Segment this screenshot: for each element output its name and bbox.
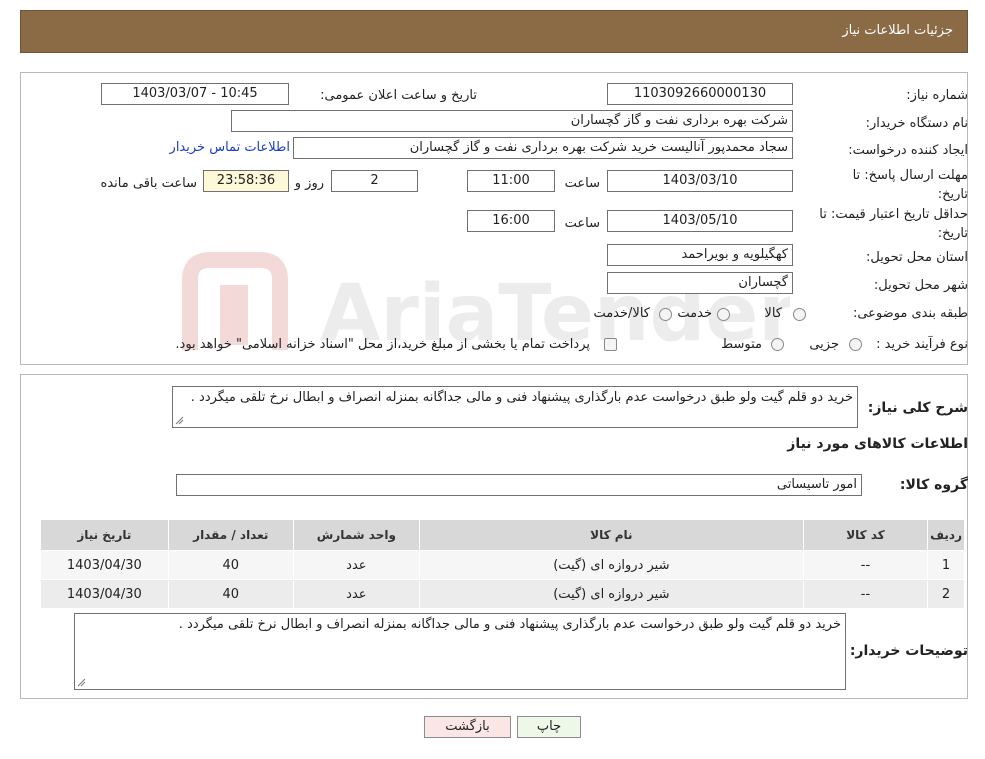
print-button[interactable]: چاپ [517, 716, 581, 738]
resize-grip-icon[interactable] [175, 416, 184, 425]
general-desc-label: شرح کلی نیاز: [867, 400, 968, 416]
items-table: ردیف کد کالا نام کالا واحد شمارش تعداد /… [40, 519, 965, 609]
deadline-time-field: 11:00 [467, 170, 555, 192]
goods-group-field: امور تاسیساتی [176, 474, 862, 496]
buyer-org-label: نام دستگاه خریدار: [865, 116, 968, 131]
day-and-label: روز و [294, 176, 324, 191]
col-row-number: ردیف [927, 519, 965, 551]
buyer-notes-label: توضیحات خریدار: [849, 643, 968, 659]
announce-datetime-label: تاریخ و ساعت اعلان عمومی: [320, 88, 477, 103]
cell-unit: عدد [292, 579, 420, 609]
general-desc-textarea: خرید دو قلم گیت ولو طبق درخواست عدم بارگ… [172, 386, 858, 428]
remaining-time-field: 23:58:36 [203, 170, 289, 192]
need-number-label: شماره نیاز: [906, 88, 968, 103]
cell-row-number: 1 [927, 550, 965, 580]
need-number-field: 1103092660000130 [607, 83, 793, 105]
process-minor-radio[interactable] [849, 338, 862, 351]
cell-need-date: 1403/04/30 [40, 579, 169, 609]
resize-grip-icon[interactable] [77, 678, 86, 687]
validity-time-field: 16:00 [467, 210, 555, 232]
category-service-radio[interactable] [717, 308, 730, 321]
category-goods-service-radio[interactable] [659, 308, 672, 321]
deadline-time-label: ساعت [564, 176, 600, 191]
city-field: گچساران [607, 272, 793, 294]
cell-item-code: -- [802, 550, 929, 580]
table-header-row: ردیف کد کالا نام کالا واحد شمارش تعداد /… [40, 519, 965, 551]
buyer-org-field: شرکت بهره برداری نفت و گاز گچساران [231, 110, 793, 132]
page-header: جزئیات اطلاعات نیاز [20, 10, 968, 53]
cell-quantity: 40 [167, 579, 294, 609]
process-minor-label: جزیی [809, 337, 839, 352]
col-need-date: تاریخ نیاز [40, 519, 169, 551]
cell-quantity: 40 [167, 550, 294, 580]
province-field: کهگیلویه و بویراحمد [607, 244, 793, 266]
process-medium-radio[interactable] [771, 338, 784, 351]
general-desc-text: خرید دو قلم گیت ولو طبق درخواست عدم بارگ… [190, 390, 853, 405]
category-goods-radio[interactable] [793, 308, 806, 321]
goods-group-label: گروه کالا: [899, 477, 968, 493]
table-row: 2 -- شیر دروازه ای (گیت) عدد 40 1403/04/… [40, 579, 965, 609]
cell-need-date: 1403/04/30 [40, 550, 169, 580]
col-item-code: کد کالا [802, 519, 929, 551]
process-medium-label: متوسط [721, 337, 762, 352]
cell-item-name: شیر دروازه ای (گیت) [418, 550, 804, 580]
category-goods-service-label: کالا/خدمت [593, 306, 650, 321]
cell-unit: عدد [292, 550, 420, 580]
cell-row-number: 2 [927, 579, 965, 609]
days-field: 2 [331, 170, 418, 192]
process-treasury-note: پرداخت تمام یا بخشی از مبلغ خرید،از محل … [175, 337, 590, 352]
deadline-date-field: 1403/03/10 [607, 170, 793, 192]
cell-item-code: -- [802, 579, 929, 609]
process-treasury-checkbox[interactable] [604, 338, 617, 351]
process-label: نوع فرآیند خرید : [876, 337, 968, 352]
category-service-label: خدمت [677, 306, 712, 321]
city-label: شهر محل تحویل: [873, 278, 968, 293]
category-label: طبقه بندی موضوعی: [852, 306, 968, 321]
page-title: جزئیات اطلاعات نیاز [842, 23, 953, 38]
deadline-label: مهلت ارسال پاسخ: تا تاریخ: [852, 168, 968, 202]
category-goods-label: کالا [764, 306, 782, 321]
buyer-notes-textarea: خرید دو قلم گیت ولو طبق درخواست عدم بارگ… [74, 613, 846, 690]
col-item-name: نام کالا [418, 519, 804, 551]
back-button[interactable]: بازگشت [424, 716, 511, 738]
cell-item-name: شیر دروازه ای (گیت) [418, 579, 804, 609]
table-row: 1 -- شیر دروازه ای (گیت) عدد 40 1403/04/… [40, 550, 965, 580]
col-quantity: تعداد / مقدار [167, 519, 294, 551]
buyer-contact-link[interactable]: اطلاعات تماس خریدار [170, 140, 290, 155]
col-unit: واحد شمارش [292, 519, 420, 551]
validity-date-field: 1403/05/10 [607, 210, 793, 232]
goods-info-heading: اطلاعات کالاهای مورد نیاز [787, 436, 968, 452]
remaining-label: ساعت باقی مانده [100, 176, 197, 191]
price-validity-label: حداقل تاریخ اعتبار قیمت: تا تاریخ: [819, 207, 968, 241]
validity-time-label: ساعت [564, 216, 600, 231]
creator-label: ایجاد کننده درخواست: [848, 143, 968, 158]
announce-datetime-field: 1403/03/07 - 10:45 [101, 83, 289, 105]
creator-field: سجاد محمدپور آنالیست خرید شرکت بهره بردا… [293, 137, 793, 159]
province-label: استان محل تحویل: [866, 250, 968, 265]
buyer-notes-text: خرید دو قلم گیت ولو طبق درخواست عدم بارگ… [178, 617, 841, 632]
